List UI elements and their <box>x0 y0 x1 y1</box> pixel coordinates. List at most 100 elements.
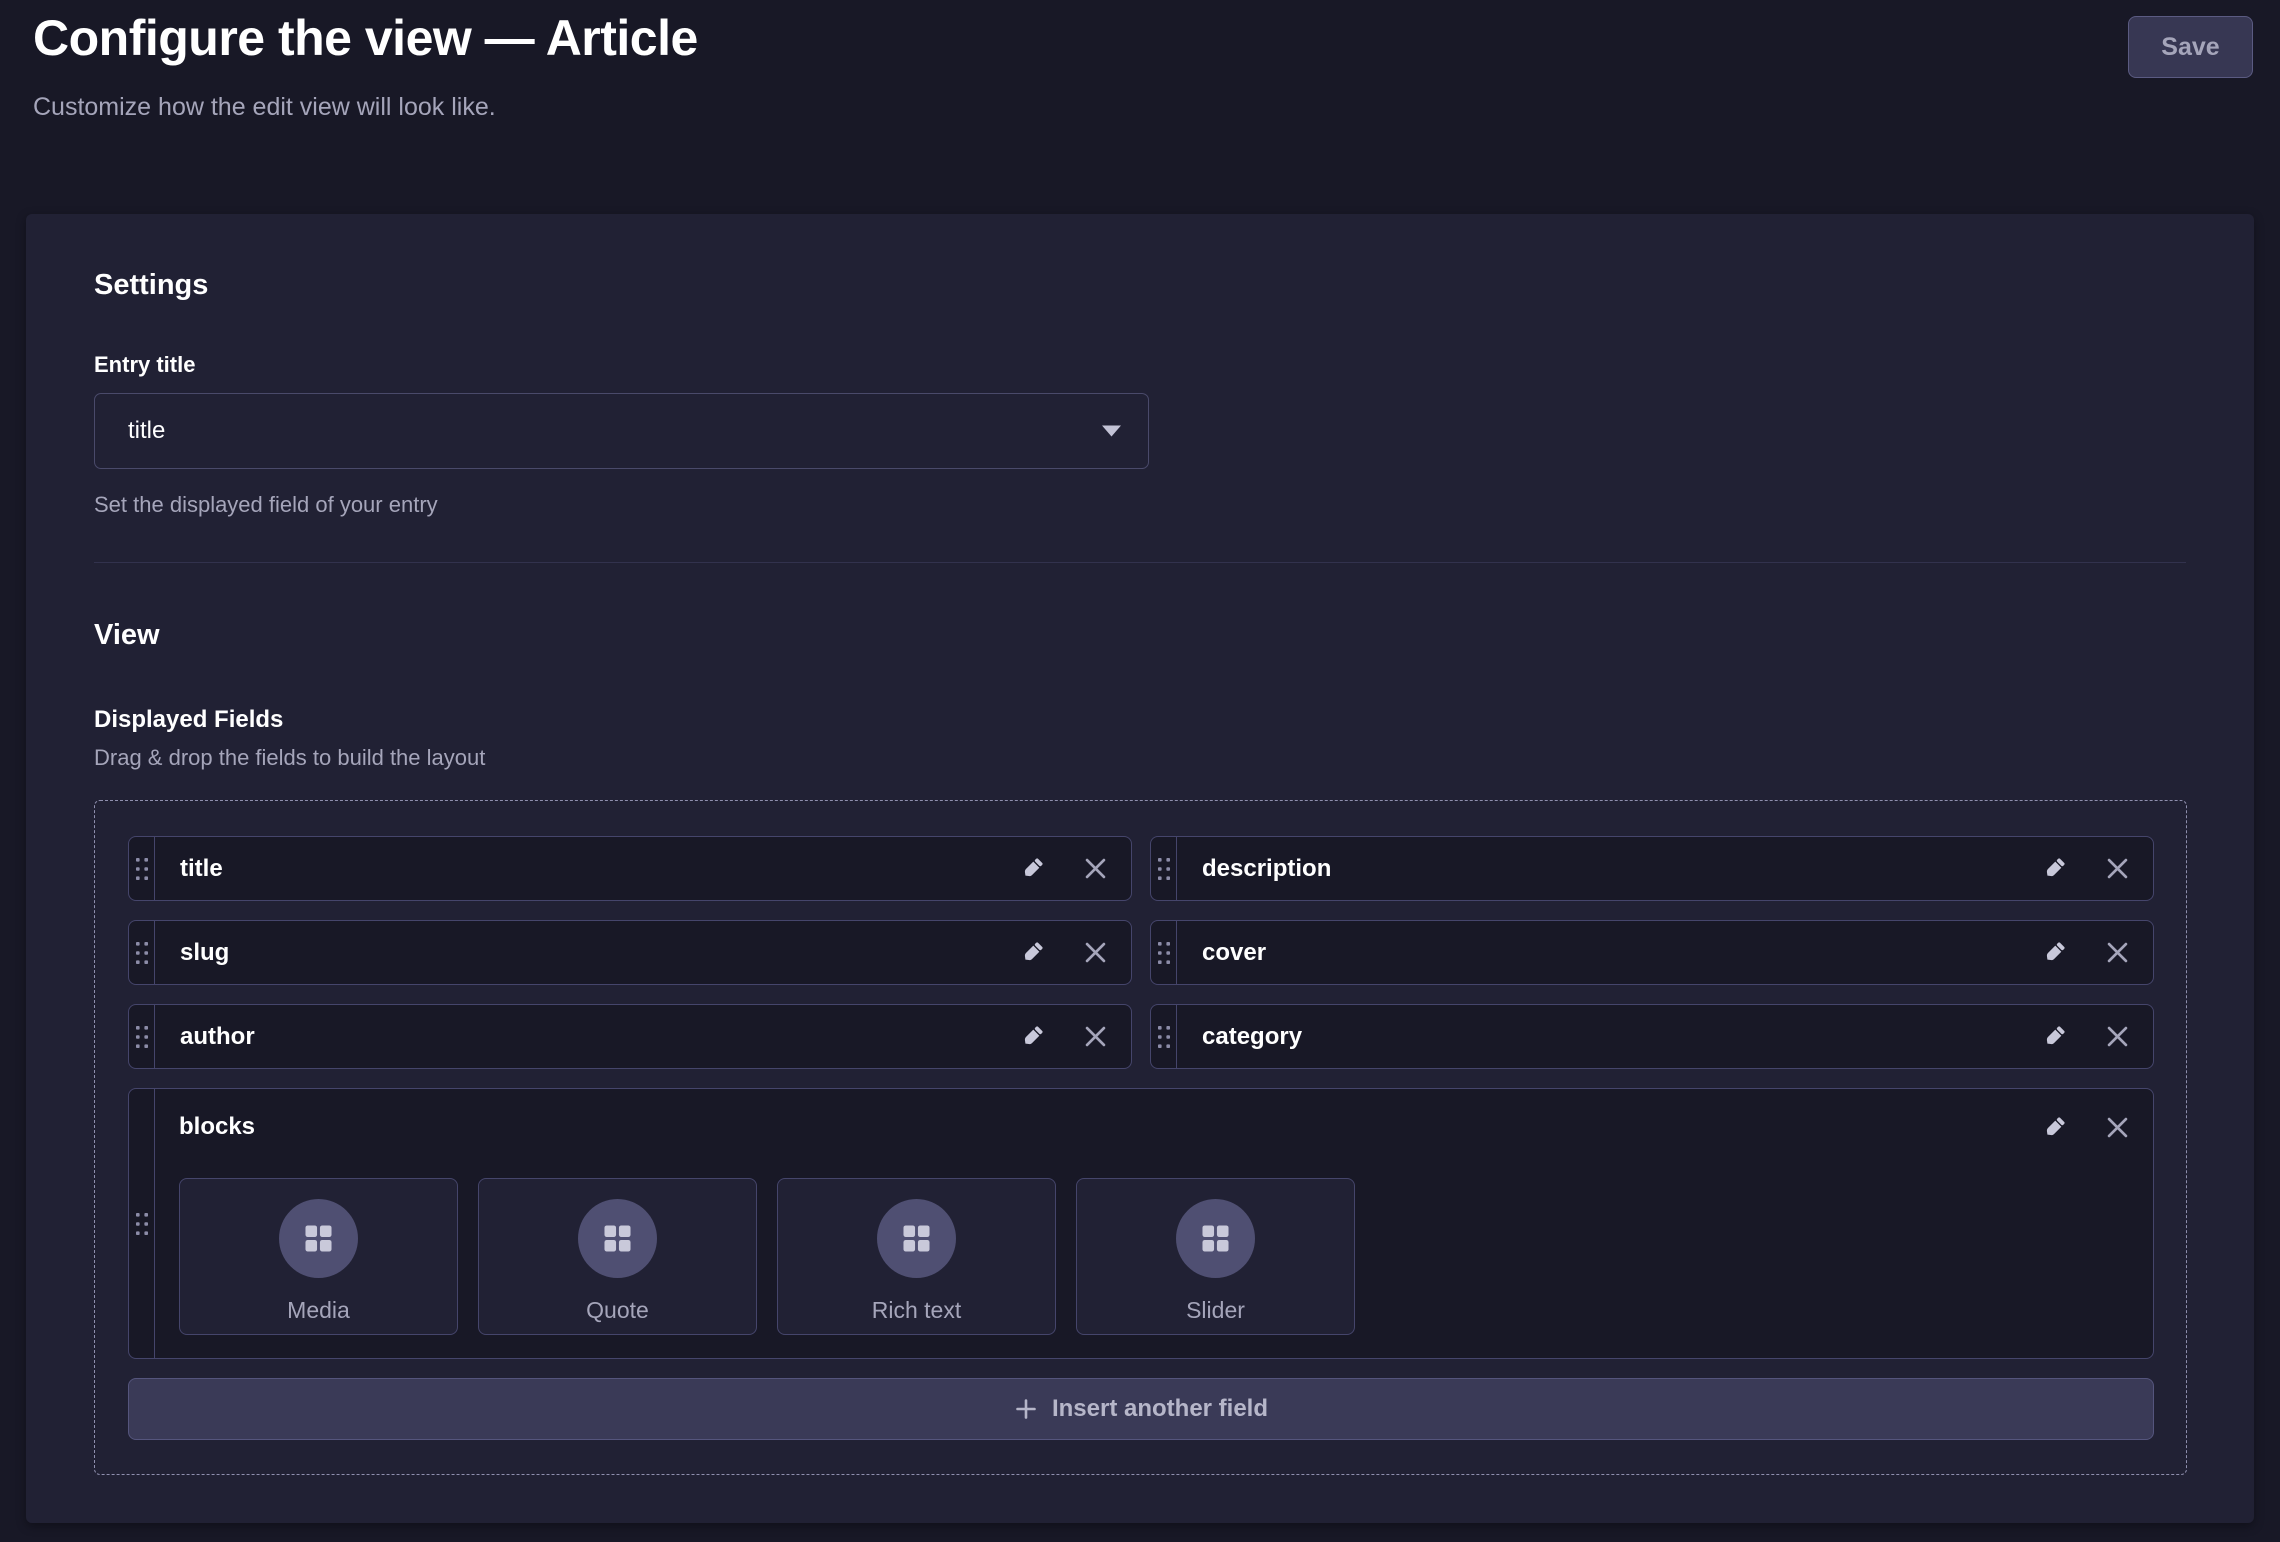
field-row-description: description <box>1150 836 2154 901</box>
field-actions <box>2041 1023 2153 1050</box>
section-divider <box>94 562 2186 563</box>
pencil-icon <box>1019 939 1046 966</box>
insert-field-button[interactable]: Insert another field <box>128 1378 2154 1440</box>
field-row-blocks: blocks Media Quote <box>128 1088 2154 1359</box>
drag-icon <box>1157 857 1171 881</box>
page-header: Configure the view — Article Customize h… <box>0 0 2280 122</box>
drag-handle[interactable] <box>129 921 155 984</box>
cross-icon <box>2104 939 2131 966</box>
field-row-category: category <box>1150 1004 2154 1069</box>
edit-field-button[interactable] <box>2041 939 2068 966</box>
remove-field-button[interactable] <box>2104 1023 2131 1050</box>
component-icon-circle <box>279 1199 358 1278</box>
caret-down-icon <box>1101 425 1122 438</box>
field-actions <box>1019 1023 1131 1050</box>
component-strip: Media Quote Rich text Slider <box>179 1178 2131 1335</box>
blocks-header: blocks <box>179 1113 2131 1141</box>
grid-icon <box>604 1225 631 1252</box>
pencil-icon <box>1019 855 1046 882</box>
field-name-label: cover <box>1202 939 1266 967</box>
drag-handle[interactable] <box>1151 837 1177 900</box>
remove-field-button[interactable] <box>1082 1023 1109 1050</box>
displayed-fields-label: Displayed Fields <box>94 706 2186 734</box>
drag-handle[interactable] <box>129 1005 155 1068</box>
drag-handle[interactable] <box>129 837 155 900</box>
component-card-rich-text[interactable]: Rich text <box>777 1178 1056 1335</box>
field-actions <box>2041 855 2153 882</box>
field-actions <box>2041 939 2153 966</box>
plus-icon <box>1014 1397 1038 1421</box>
grid-icon <box>903 1225 930 1252</box>
field-name-label: author <box>180 1023 255 1051</box>
field-name-label: description <box>1202 855 1331 883</box>
component-card-slider[interactable]: Slider <box>1076 1178 1355 1335</box>
save-button[interactable]: Save <box>2128 16 2253 78</box>
cross-icon <box>1082 939 1109 966</box>
drag-icon <box>1157 1025 1171 1049</box>
drag-icon <box>135 1025 149 1049</box>
field-row-cover: cover <box>1150 920 2154 985</box>
edit-field-button[interactable] <box>2041 855 2068 882</box>
entry-title-label: Entry title <box>94 352 2186 378</box>
settings-heading: Settings <box>94 268 2186 302</box>
field-name-label: title <box>180 855 223 883</box>
remove-field-button[interactable] <box>2104 855 2131 882</box>
field-actions <box>1019 939 1131 966</box>
pencil-icon <box>2041 1114 2068 1141</box>
page-subtitle: Customize how the edit view will look li… <box>33 92 2252 122</box>
field-name-label: blocks <box>179 1113 255 1141</box>
component-card-media[interactable]: Media <box>179 1178 458 1335</box>
edit-field-button[interactable] <box>2041 1114 2068 1141</box>
drag-icon <box>135 941 149 965</box>
component-icon-circle <box>578 1199 657 1278</box>
page-title: Configure the view — Article <box>33 8 2252 68</box>
field-actions <box>2041 1114 2131 1141</box>
cross-icon <box>1082 1023 1109 1050</box>
pencil-icon <box>2041 939 2068 966</box>
field-row-author: author <box>128 1004 1132 1069</box>
configuration-card: Settings Entry title title Set the displ… <box>26 214 2254 1523</box>
edit-field-button[interactable] <box>1019 939 1046 966</box>
cross-icon <box>2104 1023 2131 1050</box>
component-icon-circle <box>877 1199 956 1278</box>
field-name-label: category <box>1202 1023 1302 1051</box>
field-actions <box>1019 855 1131 882</box>
entry-title-select[interactable]: title <box>94 393 1149 469</box>
remove-field-button[interactable] <box>1082 855 1109 882</box>
field-row-title: title <box>128 836 1132 901</box>
component-icon-circle <box>1176 1199 1255 1278</box>
component-label: Slider <box>1186 1297 1245 1324</box>
remove-field-button[interactable] <box>2104 939 2131 966</box>
cross-icon <box>2104 1114 2131 1141</box>
pencil-icon <box>1019 1023 1046 1050</box>
edit-field-button[interactable] <box>2041 1023 2068 1050</box>
component-label: Quote <box>586 1297 649 1324</box>
field-name-label: slug <box>180 939 229 967</box>
component-label: Media <box>287 1297 350 1324</box>
displayed-fields-hint: Drag & drop the fields to build the layo… <box>94 745 2186 771</box>
insert-field-label: Insert another field <box>1052 1395 1268 1423</box>
edit-field-button[interactable] <box>1019 1023 1046 1050</box>
entry-title-hint: Set the displayed field of your entry <box>94 492 2186 518</box>
component-label: Rich text <box>872 1297 961 1324</box>
grid-icon <box>305 1225 332 1252</box>
component-card-quote[interactable]: Quote <box>478 1178 757 1335</box>
remove-field-button[interactable] <box>2104 1114 2131 1141</box>
view-heading: View <box>94 618 2186 652</box>
pencil-icon <box>2041 855 2068 882</box>
grid-icon <box>1202 1225 1229 1252</box>
cross-icon <box>1082 855 1109 882</box>
remove-field-button[interactable] <box>1082 939 1109 966</box>
drag-icon <box>135 857 149 881</box>
drag-icon <box>1157 941 1171 965</box>
edit-field-button[interactable] <box>1019 855 1046 882</box>
blocks-content: blocks Media Quote <box>155 1089 2153 1358</box>
drag-icon <box>135 1212 149 1236</box>
pencil-icon <box>2041 1023 2068 1050</box>
cross-icon <box>2104 855 2131 882</box>
drag-handle[interactable] <box>1151 1005 1177 1068</box>
fields-drop-zone: title description slug <box>94 800 2187 1475</box>
entry-title-select-value: title <box>128 417 165 445</box>
drag-handle[interactable] <box>129 1089 155 1358</box>
drag-handle[interactable] <box>1151 921 1177 984</box>
